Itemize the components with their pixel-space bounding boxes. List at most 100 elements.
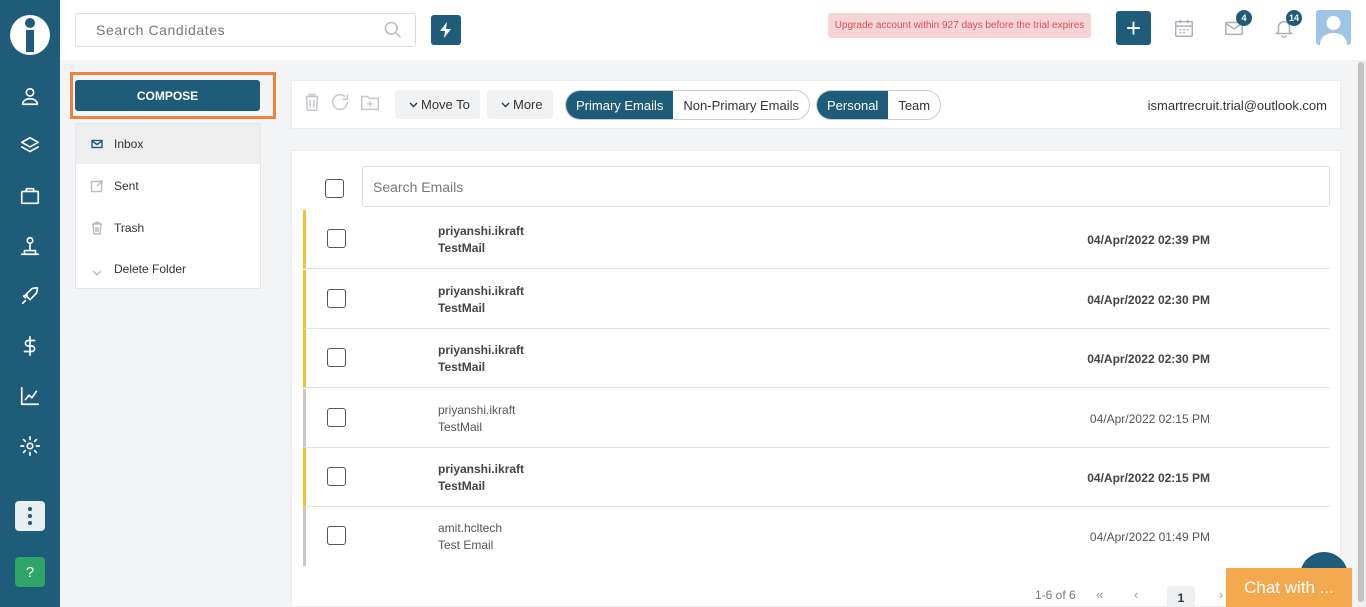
search-icon[interactable]: [383, 20, 403, 40]
email-checkbox[interactable]: [327, 467, 346, 486]
email-date: 04/Apr/2022 02:39 PM: [1087, 233, 1210, 247]
avatar[interactable]: [1316, 10, 1351, 45]
chevron-down-icon: [409, 100, 418, 109]
quick-action-button[interactable]: [431, 15, 461, 45]
refresh-button[interactable]: [329, 91, 353, 115]
email-checkbox[interactable]: [327, 408, 346, 427]
new-folder-button[interactable]: [359, 91, 383, 115]
notifications-button[interactable]: 14: [1271, 10, 1302, 41]
select-all-checkbox[interactable]: [325, 179, 344, 198]
sent-icon: [90, 180, 103, 193]
email-list-panel: priyanshi.ikraft TestMail 04/Apr/2022 02…: [291, 150, 1341, 607]
folder-label: Inbox: [114, 137, 144, 151]
email-checkbox[interactable]: [327, 348, 346, 367]
nav-campaigns[interactable]: [0, 281, 60, 311]
candidate-search-input[interactable]: [96, 22, 383, 38]
email-checkbox[interactable]: [327, 526, 346, 545]
mailbox-scope-toggle: Personal Team: [816, 90, 942, 120]
top-bar: Upgrade account within 927 days before t…: [60, 0, 1366, 60]
layers-icon: [20, 136, 40, 153]
rocket-icon: [21, 286, 39, 305]
help-button[interactable]: ?: [15, 557, 45, 587]
email-row[interactable]: priyanshi.ikraft TestMail 04/Apr/2022 02…: [303, 210, 1330, 269]
nav-layers[interactable]: [0, 131, 60, 161]
inbox-icon: [91, 139, 103, 149]
account-email: ismartrecruit.trial@outlook.com: [1147, 98, 1327, 113]
email-sender: priyanshi.ikraft: [438, 343, 525, 357]
more-label: More: [513, 97, 543, 112]
email-checkbox[interactable]: [327, 229, 346, 248]
kebab-dot-icon: [28, 521, 32, 525]
more-dropdown[interactable]: More: [487, 90, 553, 119]
personal-tab[interactable]: Personal: [817, 91, 889, 119]
trial-banner[interactable]: Upgrade account within 927 days before t…: [828, 13, 1091, 38]
kebab-dot-icon: [28, 507, 32, 511]
pagination-summary: 1-6 of 6: [1035, 588, 1076, 602]
add-button[interactable]: +: [1116, 11, 1151, 45]
scrollbar-thumb[interactable]: [1358, 62, 1364, 602]
folder-sent[interactable]: Sent: [76, 166, 260, 206]
trash-icon: [305, 93, 319, 111]
folder-label: Sent: [114, 179, 139, 193]
page-scrollbar[interactable]: [1356, 60, 1366, 607]
next-page-button[interactable]: ›: [1219, 587, 1223, 602]
prev-page-button[interactable]: ‹: [1134, 587, 1138, 602]
nav-reports[interactable]: [0, 381, 60, 411]
folder-trash[interactable]: Trash: [76, 208, 260, 248]
email-subject: TestMail: [438, 479, 486, 493]
email-search-input[interactable]: [362, 166, 1330, 207]
email-date: 04/Apr/2022 02:15 PM: [1089, 412, 1210, 426]
email-row[interactable]: priyanshi.ikraft TestMail 04/Apr/2022 02…: [303, 448, 1330, 507]
delete-folder-toggle[interactable]: Delete Folder: [76, 249, 260, 289]
folder-label: Delete Folder: [114, 262, 187, 276]
email-row[interactable]: amit.hcltech Test Email 04/Apr/2022 01:4…: [303, 507, 1330, 566]
folder-plus-icon: [361, 95, 379, 111]
email-date: 04/Apr/2022 01:49 PM: [1089, 530, 1210, 544]
team-tab[interactable]: Team: [888, 91, 940, 119]
current-page-button[interactable]: 1: [1167, 586, 1195, 607]
candidate-search-box: [75, 13, 416, 47]
chevron-down-icon: [501, 100, 510, 109]
email-subject: TestMail: [438, 301, 486, 315]
nav-candidates[interactable]: [0, 81, 60, 111]
nav-settings[interactable]: [0, 431, 60, 461]
chat-with-button[interactable]: Chat with ...: [1226, 568, 1352, 607]
org-chart-icon: [20, 236, 40, 256]
delete-button[interactable]: [301, 91, 325, 115]
email-sender: amit.hcltech: [438, 521, 503, 535]
email-date: 04/Apr/2022 02:30 PM: [1087, 293, 1210, 307]
first-page-button[interactable]: «: [1096, 587, 1103, 602]
left-nav-rail: ?: [0, 0, 60, 607]
email-date: 04/Apr/2022 02:15 PM: [1087, 471, 1210, 485]
email-date: 04/Apr/2022 02:30 PM: [1087, 352, 1210, 366]
app-logo-icon[interactable]: [9, 10, 51, 56]
dollar-icon: [23, 336, 36, 356]
refresh-icon: [331, 94, 349, 111]
nav-billing[interactable]: [0, 331, 60, 361]
compose-button[interactable]: COMPOSE: [75, 80, 260, 111]
mail-button[interactable]: 4: [1221, 10, 1252, 41]
user-avatar-icon: [1320, 16, 1347, 45]
email-sender: priyanshi.ikraft: [438, 284, 525, 298]
folder-inbox[interactable]: Inbox: [76, 124, 260, 164]
primary-emails-tab[interactable]: Primary Emails: [566, 91, 674, 119]
nav-jobs[interactable]: [0, 181, 60, 211]
calendar-button[interactable]: [1171, 15, 1197, 41]
nav-clients[interactable]: [0, 231, 60, 261]
calendar-icon: [1175, 19, 1193, 37]
email-row[interactable]: priyanshi.ikraft TestMail 04/Apr/2022 02…: [303, 329, 1330, 388]
email-subject: Test Email: [438, 538, 494, 552]
email-row[interactable]: priyanshi.ikraft TestMail 04/Apr/2022 02…: [303, 389, 1330, 448]
folder-label: Trash: [114, 221, 145, 235]
folder-list: Inbox Sent Trash Delete Folder: [75, 123, 261, 289]
move-to-dropdown[interactable]: Move To: [395, 90, 480, 119]
more-options-button[interactable]: [15, 501, 45, 531]
email-checkbox[interactable]: [327, 289, 346, 308]
email-subject: TestMail: [438, 360, 486, 374]
briefcase-icon: [20, 187, 40, 205]
non-primary-emails-tab[interactable]: Non-Primary Emails: [673, 91, 809, 119]
move-to-label: Move To: [421, 97, 470, 112]
kebab-dot-icon: [28, 514, 32, 518]
email-toolbar: Move To More Primary Emails Non-Primary …: [291, 80, 1341, 129]
email-row[interactable]: priyanshi.ikraft TestMail 04/Apr/2022 02…: [303, 270, 1330, 329]
